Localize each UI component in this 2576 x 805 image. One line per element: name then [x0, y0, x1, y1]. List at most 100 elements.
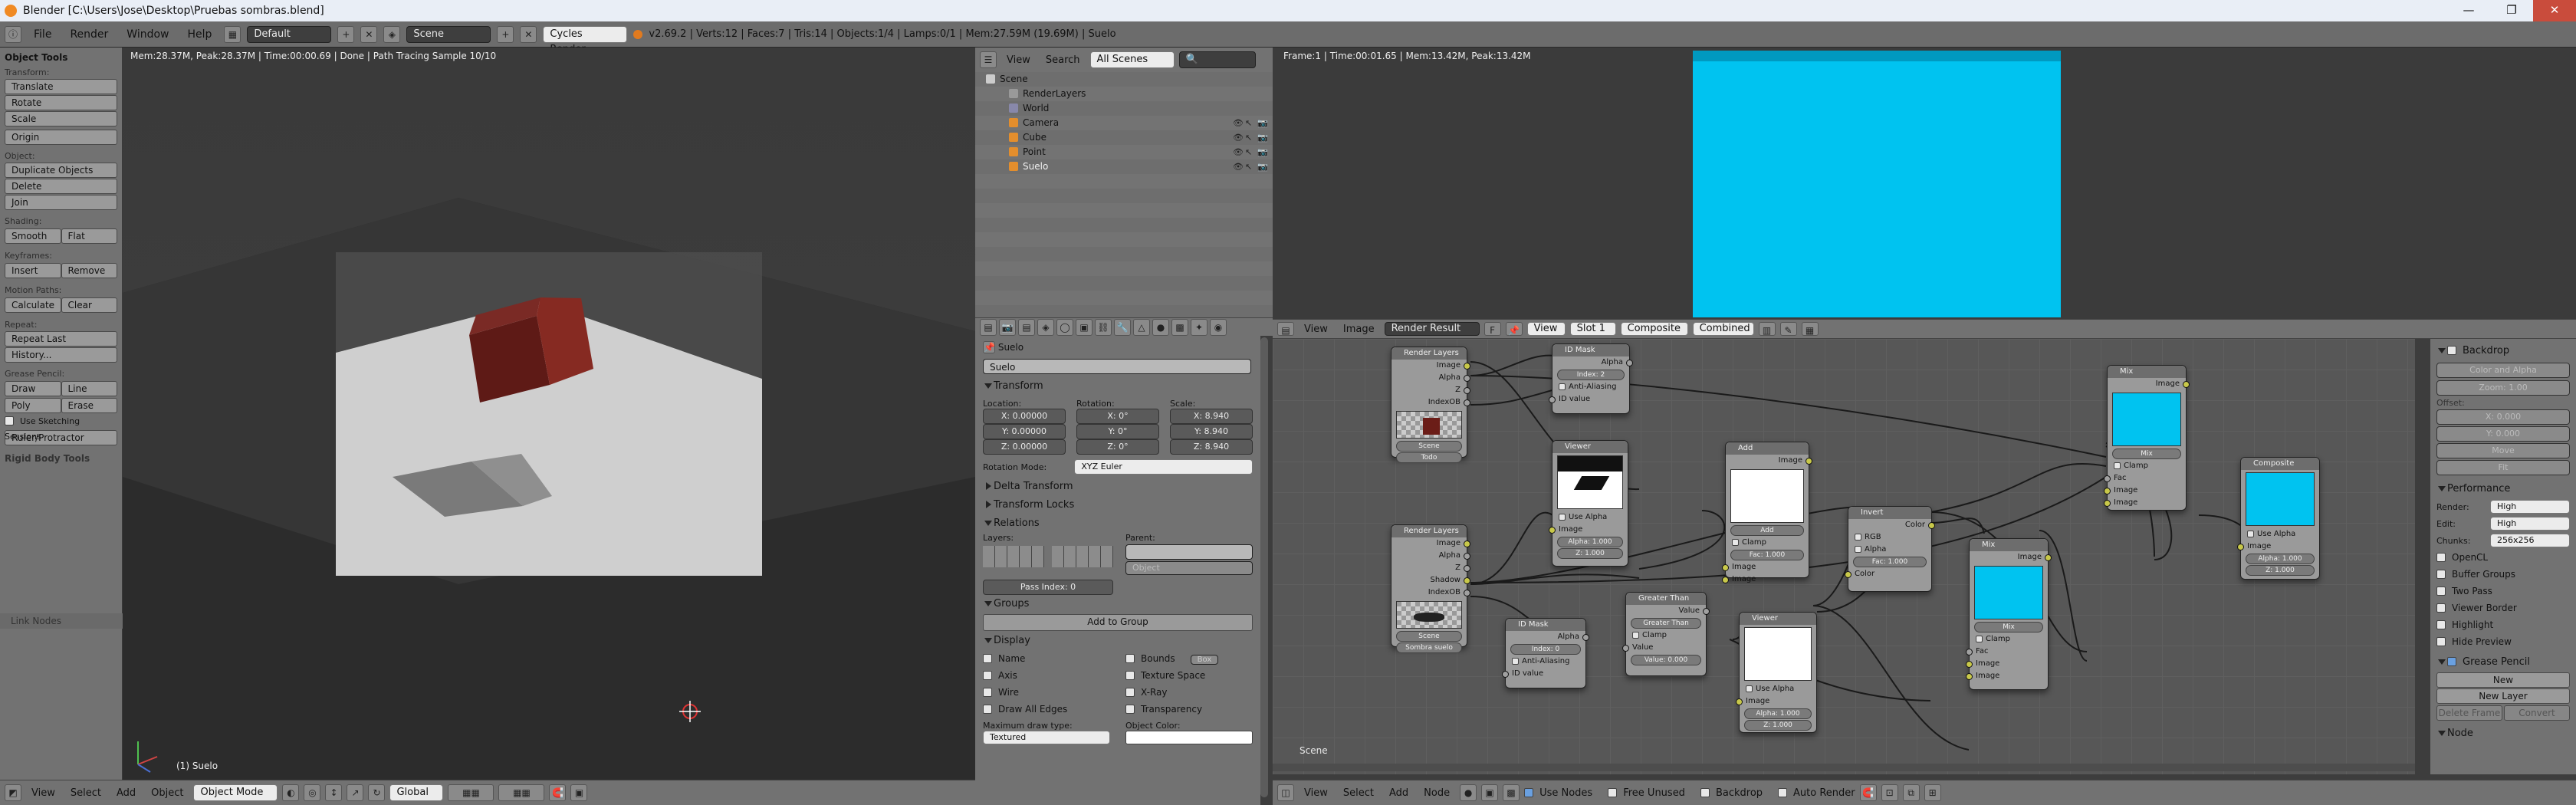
location-z-field[interactable]: Z: 0.00000: [983, 439, 1066, 455]
axis-checkbox[interactable]: [983, 671, 992, 680]
properties-scrollbar[interactable]: [1260, 337, 1268, 797]
origin-button[interactable]: Origin: [5, 130, 117, 145]
image-pin-icon[interactable]: 📌: [1505, 322, 1523, 336]
free-unused-checkbox[interactable]: [1608, 787, 1618, 797]
image-menu-image[interactable]: Image: [1338, 324, 1380, 335]
scale-x-field[interactable]: X: 8.940: [1170, 409, 1253, 424]
node-socket[interactable]: [1806, 458, 1812, 465]
remove-scene-icon[interactable]: ✕: [520, 25, 537, 43]
viewport-shading-icon[interactable]: ◐: [282, 784, 300, 801]
menu-help[interactable]: Help: [181, 28, 218, 41]
menu-window[interactable]: Window: [120, 28, 175, 41]
parent-type-field[interactable]: Object: [1125, 561, 1253, 575]
node-socket[interactable]: [1966, 649, 1973, 656]
backdrop-checkbox[interactable]: [1700, 787, 1710, 797]
outliner-item-point[interactable]: Point 👁 ↖ 📷: [980, 145, 1268, 159]
image-datablock-field[interactable]: Render Result: [1384, 322, 1480, 336]
node-socket[interactable]: [1464, 577, 1470, 584]
particles-tab-icon[interactable]: ✦: [1191, 318, 1208, 336]
fake-user-icon[interactable]: F: [1484, 322, 1501, 336]
menu-file[interactable]: File: [28, 28, 58, 41]
node-socket[interactable]: [1622, 645, 1629, 652]
node-field[interactable]: Todo: [1396, 452, 1462, 463]
flat-button[interactable]: Flat: [61, 228, 117, 244]
selectability-icon[interactable]: ↖: [1245, 145, 1252, 159]
viewport-menu-object[interactable]: Object: [146, 787, 189, 799]
node-socket[interactable]: [2104, 500, 2111, 507]
node-field[interactable]: Z: 1.000: [2246, 565, 2315, 576]
offset-x-field[interactable]: X: 0.000: [2436, 409, 2570, 425]
erase-button[interactable]: Erase: [61, 398, 117, 413]
two-pass-checkbox[interactable]: [2436, 586, 2446, 596]
node-socket[interactable]: [1722, 564, 1729, 571]
render-engine-select[interactable]: Cycles Render: [543, 25, 628, 55]
id-mask-node-1[interactable]: ID Mask Alpha Index: 2 Anti-Aliasing ID valu…: [1549, 343, 1633, 414]
max-draw-select[interactable]: Textured: [983, 731, 1110, 744]
node-field[interactable]: Z: 1.000: [1744, 720, 1812, 731]
remove-screen-icon[interactable]: ✕: [360, 25, 378, 43]
delete-frame-button[interactable]: Delete Frame: [2436, 705, 2502, 721]
visibility-eye-icon[interactable]: 👁: [1233, 116, 1244, 130]
screen-layout-field[interactable]: Default: [247, 25, 332, 43]
display-header[interactable]: Display: [983, 632, 1253, 650]
node-field[interactable]: Index: 0: [1510, 644, 1581, 655]
fit-button[interactable]: Fit: [2436, 460, 2570, 475]
groups-header[interactable]: Groups: [983, 595, 1253, 613]
outliner-item-scene[interactable]: Scene: [980, 72, 1268, 87]
3d-viewport[interactable]: Mem:28.37M, Peak:28.37M | Time:00:00.69 …: [123, 48, 975, 780]
layer-grid-b[interactable]: [1052, 546, 1113, 567]
buffer-groups-checkbox[interactable]: [2436, 570, 2446, 579]
world-tab-icon[interactable]: ◯: [1056, 318, 1073, 336]
rotation-mode-select[interactable]: XYZ Euler: [1074, 459, 1253, 475]
outliner-filter-select[interactable]: All Scenes: [1089, 51, 1175, 68]
close-button[interactable]: ✕: [2533, 0, 2576, 21]
node-socket[interactable]: [1464, 540, 1470, 547]
render-visibility-icon[interactable]: 📷: [1257, 116, 1268, 130]
pin-icon[interactable]: 📌: [983, 341, 995, 353]
render-visibility-icon[interactable]: 📷: [1257, 159, 1268, 174]
node-field[interactable]: Index: 2: [1557, 370, 1625, 380]
visibility-eye-icon[interactable]: 👁: [1233, 159, 1244, 174]
delta-transform-header[interactable]: Delta Transform: [983, 478, 1253, 496]
node-field[interactable]: Fac: 1.000: [1730, 550, 1804, 560]
transform-panel-header[interactable]: Transform: [983, 377, 1253, 396]
rotate-button[interactable]: Rotate: [5, 95, 117, 110]
layers-grid-2-icon[interactable]: ▦▦: [498, 784, 545, 801]
node-socket[interactable]: [1845, 571, 1852, 578]
render-preview-icon[interactable]: ▣: [570, 784, 588, 801]
node-socket[interactable]: [2183, 381, 2190, 388]
visibility-eye-icon[interactable]: 👁: [1233, 130, 1244, 145]
node-socket[interactable]: [1502, 671, 1509, 678]
node-checkbox[interactable]: [1855, 534, 1861, 540]
display-channels-icon[interactable]: ▥: [1758, 322, 1776, 336]
node-socket[interactable]: [1966, 661, 1973, 668]
link-nodes-panel-header[interactable]: Link Nodes: [0, 613, 123, 629]
hide-preview-checkbox[interactable]: [2436, 637, 2446, 646]
node-socket[interactable]: [1464, 399, 1470, 406]
new-layer-button[interactable]: New Layer: [2436, 688, 2570, 704]
duplicate-objects-button[interactable]: Duplicate Objects: [5, 163, 117, 178]
texture-nodes-icon[interactable]: ▩: [1503, 784, 1520, 801]
node-field[interactable]: Fac: 1.000: [1853, 557, 1927, 567]
layers-tab-icon[interactable]: ▤: [1018, 318, 1035, 336]
move-button[interactable]: Move: [2436, 443, 2570, 458]
node-socket[interactable]: [2045, 554, 2052, 561]
node-field[interactable]: Alpha: 1.000: [1744, 708, 1812, 719]
draw-button[interactable]: Draw: [5, 381, 61, 396]
viewport-menu-select[interactable]: Select: [65, 787, 107, 799]
pass-index-field[interactable]: Pass Index: 0: [983, 580, 1113, 595]
physics-tab-icon[interactable]: ◉: [1210, 318, 1227, 336]
sample-icon[interactable]: ✎: [1779, 322, 1797, 336]
poly-button[interactable]: Poly: [5, 398, 61, 413]
node-field[interactable]: Value: 0.000: [1631, 655, 1701, 665]
pivot-point-icon[interactable]: ◎: [304, 784, 321, 801]
render-quality-select[interactable]: High: [2490, 500, 2570, 514]
layers-grid-icon[interactable]: ▦▦: [448, 784, 495, 801]
node-field[interactable]: Alpha: 1.000: [1557, 537, 1623, 547]
node-checkbox[interactable]: [2247, 531, 2254, 537]
info-editor-icon[interactable]: ⓘ: [5, 25, 21, 43]
shader-nodes-icon[interactable]: ●: [1460, 784, 1477, 801]
performance-panel-header[interactable]: Performance: [2436, 480, 2570, 498]
auto-render-checkbox[interactable]: [1778, 787, 1788, 797]
manipulator-icon[interactable]: ↕: [325, 784, 343, 801]
